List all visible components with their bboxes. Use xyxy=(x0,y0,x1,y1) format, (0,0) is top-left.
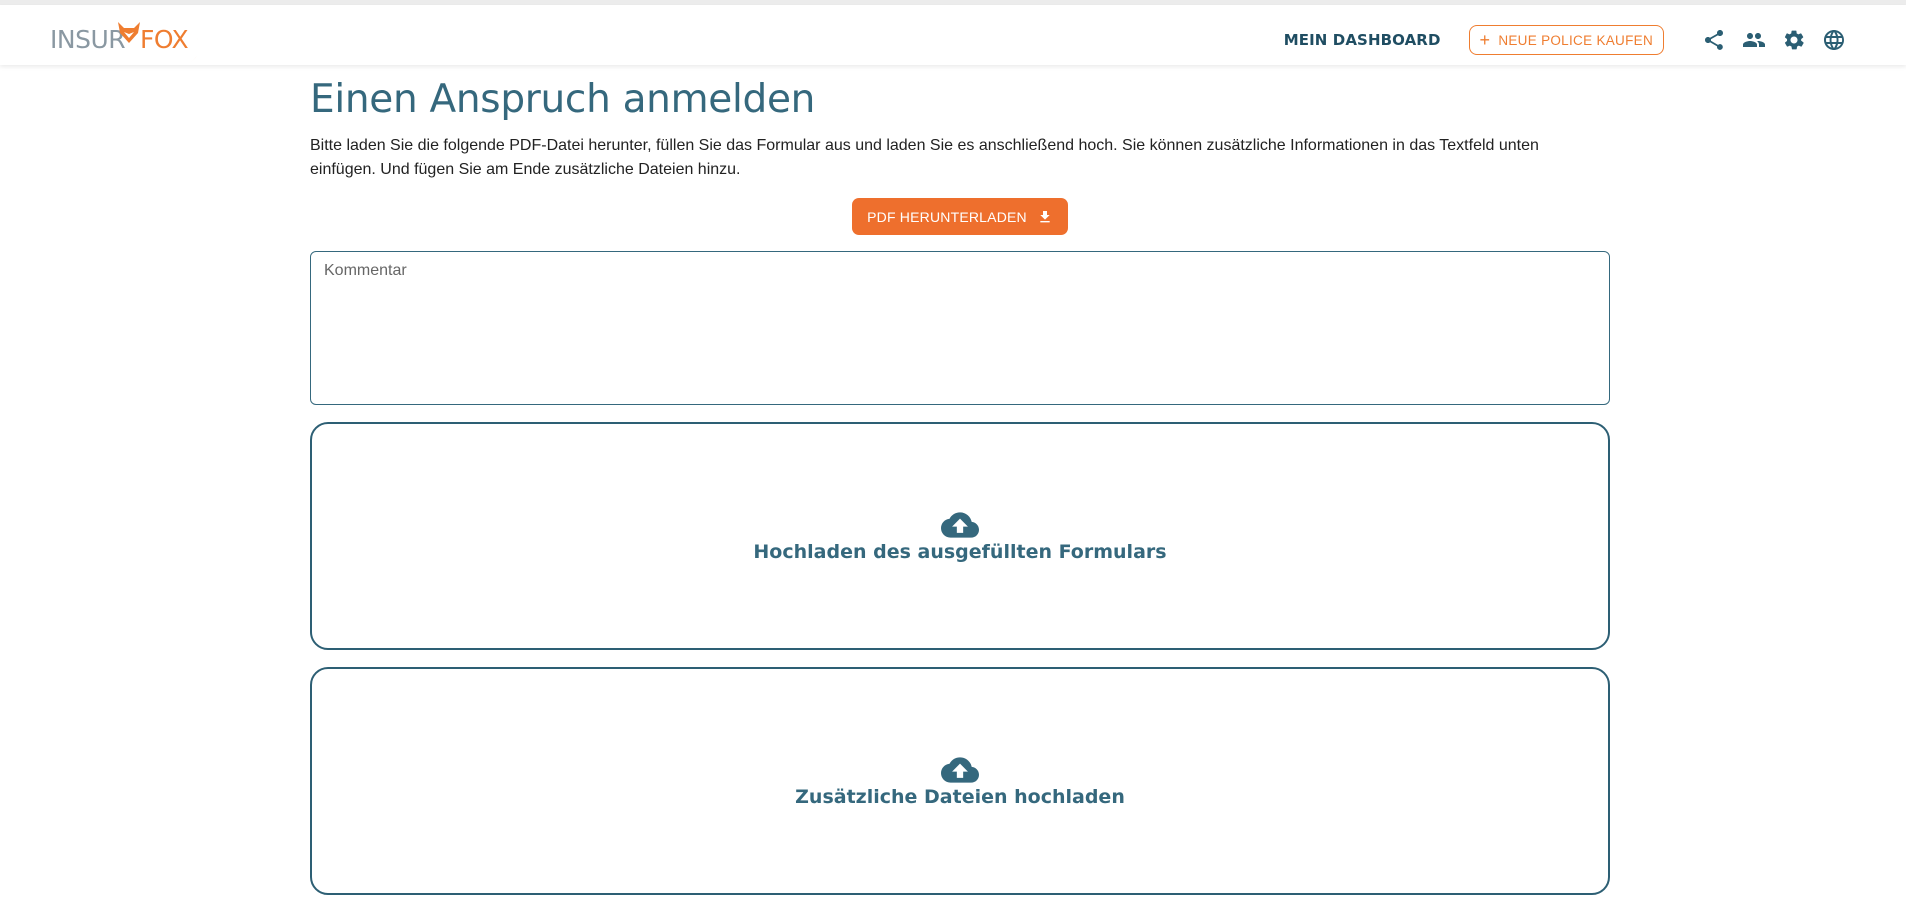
download-wrapper: PDF HERUNTERLADEN xyxy=(310,198,1610,235)
upload-additional-label: Zusätzliche Dateien hochladen xyxy=(795,786,1125,808)
fox-head-icon xyxy=(118,22,140,43)
buy-new-policy-label: NEUE POLICE KAUFEN xyxy=(1498,32,1653,48)
buy-new-policy-button[interactable]: + NEUE POLICE KAUFEN xyxy=(1468,25,1664,55)
people-icon[interactable] xyxy=(1742,28,1766,52)
upload-form-dropzone[interactable]: Hochladen des ausgefüllten Formulars xyxy=(310,422,1610,650)
share-icon[interactable] xyxy=(1702,28,1726,52)
upload-additional-dropzone[interactable]: Zusätzliche Dateien hochladen xyxy=(310,667,1610,895)
download-icon xyxy=(1040,210,1050,222)
cloud-upload-icon xyxy=(941,757,979,783)
nav-my-dashboard[interactable]: MEIN DASHBOARD xyxy=(1284,31,1441,49)
page-title: Einen Anspruch anmelden xyxy=(310,77,816,122)
page-description: Bitte laden Sie die folgende PDF-Datei h… xyxy=(310,137,1539,178)
logo-text-insur: INSUR xyxy=(50,25,126,54)
app-header: INSUR FOX MEIN DASHBOARD + NEUE POLICE K… xyxy=(0,5,1906,65)
plus-icon: + xyxy=(1479,30,1491,50)
gear-icon[interactable] xyxy=(1782,28,1806,52)
download-pdf-button[interactable]: PDF HERUNTERLADEN xyxy=(852,198,1068,235)
logo-crescent-icon xyxy=(172,33,198,65)
globe-icon[interactable] xyxy=(1822,28,1846,52)
claim-form: Einen Anspruch anmelden Bitte laden Sie … xyxy=(310,65,1610,895)
comment-textarea[interactable] xyxy=(310,251,1610,405)
top-nav: MEIN DASHBOARD + NEUE POLICE KAUFEN xyxy=(1284,10,1846,70)
download-pdf-label: PDF HERUNTERLADEN xyxy=(867,208,1027,225)
insurfox-logo[interactable]: INSUR FOX xyxy=(50,13,200,67)
cloud-upload-icon xyxy=(941,512,979,538)
upload-form-label: Hochladen des ausgefüllten Formulars xyxy=(753,541,1167,563)
